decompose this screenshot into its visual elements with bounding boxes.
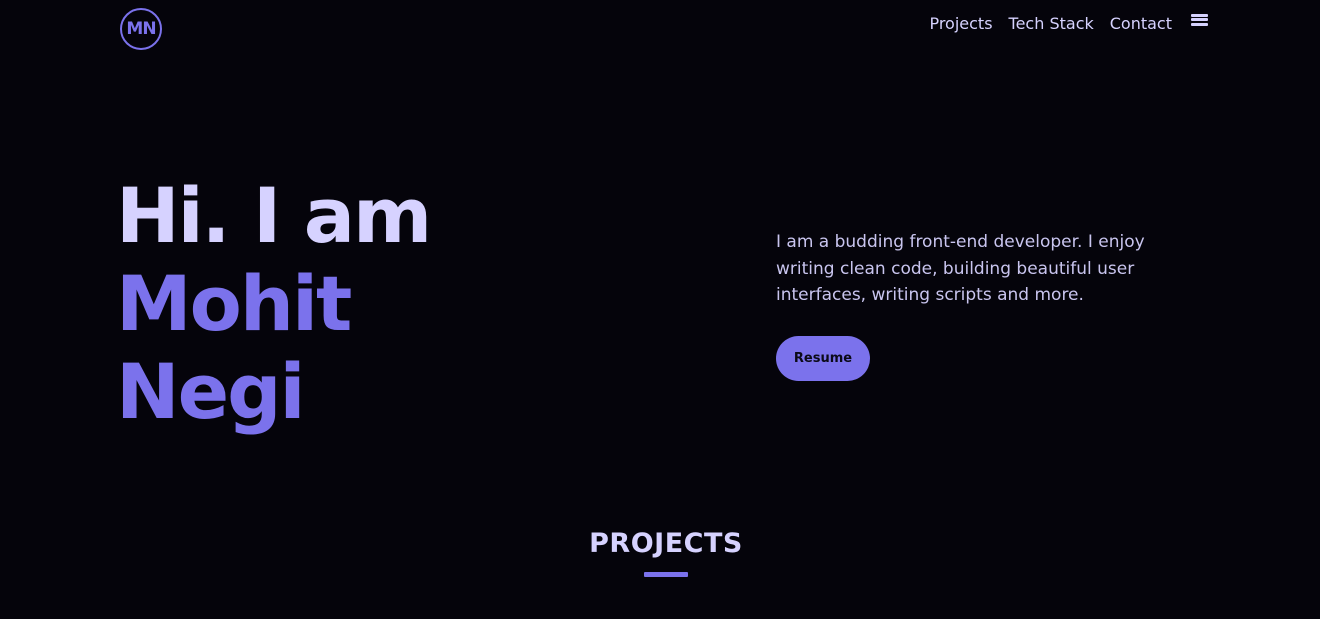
logo-text: MN (126, 19, 156, 39)
nav-link-projects[interactable]: Projects (929, 14, 992, 33)
intro-text: I am a budding front-end developer. I en… (776, 232, 1145, 305)
hero-heading: Hi. I am Mohit Negi (116, 171, 432, 436)
hamburger-menu-icon[interactable] (1191, 12, 1208, 28)
main-nav: Projects Tech Stack Contact (929, 12, 1208, 33)
section-title-underline (644, 572, 688, 577)
page: MN Projects Tech Stack Contact Hi. I am … (0, 0, 1320, 619)
projects-section-title: PROJECTS (589, 528, 743, 559)
nav-link-contact[interactable]: Contact (1110, 14, 1172, 33)
hero-greeting: Hi. I am (116, 171, 432, 260)
nav-link-tech-stack[interactable]: Tech Stack (1009, 14, 1094, 33)
resume-button[interactable]: Resume (776, 336, 870, 381)
hero-last-name: Negi (116, 347, 306, 436)
hero-first-name: Mohit (116, 259, 352, 348)
logo[interactable]: MN (120, 8, 162, 50)
